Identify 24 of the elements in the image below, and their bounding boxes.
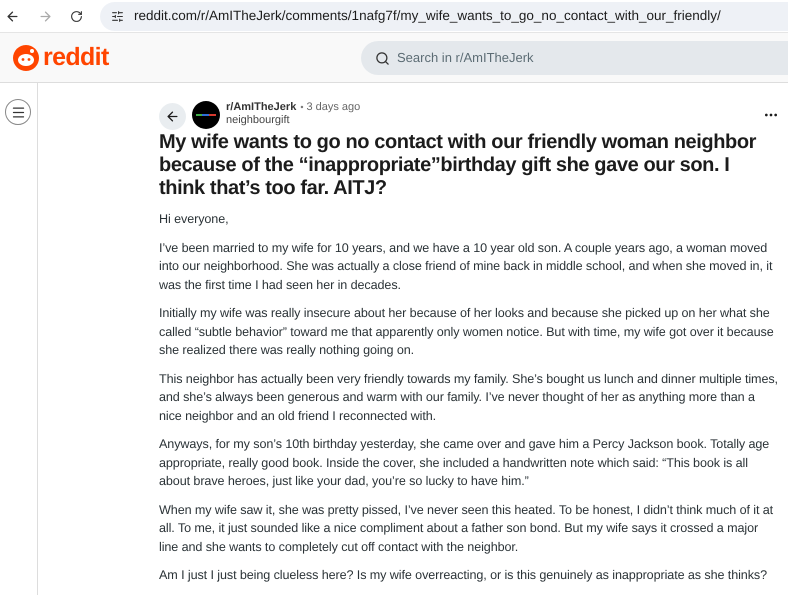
body-paragraph: When my wife saw it, she was pretty pissed, I’ve never seen this heated. To be honest, I didn’t think much of it at all. To me, it just sounded like a nice compliment about a father son bond. But my wife says it crossed a major line and she wants to completely cut off contact with the neighbor. bbox=[159, 502, 774, 556]
body-paragraph: This neighbor has actually been very friendly towards my family. She’s bought us lunch and dinner multiple times, and she’s always been generous and warm with our family. I’ve never thought of her as anything more than a nice neighbor and an old friend I reconnected with. bbox=[159, 370, 779, 425]
search-field[interactable]: Search in r/AmITheJerk bbox=[361, 40, 788, 74]
body-paragraph: Am I just I just being clueless here? Is my wife overreacting, or is this genuinely as inappropriate as she thinks? bbox=[159, 567, 768, 584]
menu-button[interactable] bbox=[5, 99, 31, 125]
subreddit-avatar-icon[interactable] bbox=[192, 101, 220, 129]
body-paragraph: Initially my wife was really insecure about her because of her looks and because she picked up on her what she called “subtle behavior” toward me that apparently only women notice. But with time, my wife got over it because she realized there was really nothing going on. bbox=[159, 305, 775, 359]
back-icon[interactable] bbox=[5, 8, 20, 24]
address-bar[interactable]: reddit.com/r/AmITheJerk/comments/1nafg7f/my_wife_wants_to_go_no_contact_with_our_friendly/ bbox=[100, 2, 788, 30]
reload-icon[interactable] bbox=[70, 10, 83, 22]
subreddit-name[interactable]: r/AmITheJerk bbox=[226, 101, 296, 114]
url-text: reddit.com/r/AmITheJerk/comments/1nafg7f/my_wife_wants_to_go_no_contact_with_our_friendly/ bbox=[134, 6, 721, 25]
back-button[interactable] bbox=[159, 103, 186, 130]
search-icon bbox=[375, 50, 390, 66]
site-settings-icon[interactable] bbox=[111, 10, 124, 22]
post-time: 3 days ago bbox=[306, 101, 360, 114]
body-paragraph: I’ve been married to my wife for 10 years, and we have a 10 year old son. A couple years ago, a woman moved into our neighborhood. She was actually a close friend of mine back in middle school, and when she moved in, it was the first time I had seen her in decades. bbox=[159, 240, 774, 294]
body-paragraph: Hi everyone, bbox=[159, 211, 230, 228]
post-title: My wife wants to go no contact with our friendly woman neighbor because of the “inappropriate”birthday gift she gave our son. I think that’s too far. AITJ? bbox=[159, 131, 758, 200]
reddit-logo-icon[interactable] bbox=[12, 44, 40, 72]
menu-icon bbox=[10, 104, 26, 120]
author-name[interactable]: neighbourgift bbox=[226, 114, 360, 127]
body-paragraph: Anyways, for my son’s 10th birthday yesterday, she came over and gave him a Percy Jackson book. Totally age appropriate, really good book. Inside the cover, she included a handwritten note which said: “This book is all about brave heroes, just like your dad, you’re so lucky to have him.” bbox=[159, 436, 770, 490]
separator-dot: • bbox=[300, 101, 304, 114]
